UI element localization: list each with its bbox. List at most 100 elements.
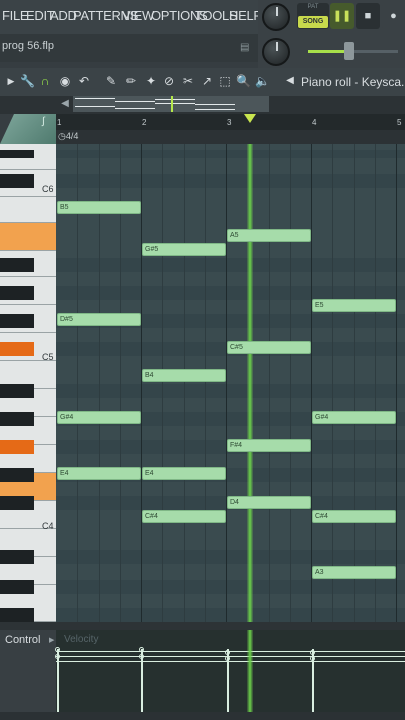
black-key[interactable]	[0, 496, 34, 510]
paint-icon[interactable]: ✏	[124, 74, 138, 88]
master-pitch-knob[interactable]	[262, 3, 290, 31]
velocity-handle[interactable]	[225, 650, 230, 655]
note[interactable]: E4	[57, 467, 141, 480]
note[interactable]: G#4	[57, 411, 141, 424]
note[interactable]: C#4	[142, 510, 226, 523]
velocity-handle[interactable]	[310, 656, 315, 661]
piano-keyboard[interactable]: C6 C5 C4	[0, 144, 56, 622]
clock-icon: ◷	[58, 131, 66, 141]
grid-row-dark	[56, 174, 405, 188]
velocity-handle[interactable]	[139, 654, 144, 659]
velocity-level-line	[56, 656, 405, 657]
note[interactable]: B5	[57, 201, 141, 214]
menu-arrow-icon[interactable]: ▶	[4, 74, 18, 88]
grid-row-dark	[56, 258, 405, 272]
speaker-icon[interactable]: 🔈	[255, 74, 270, 88]
undo-icon[interactable]: ↶	[77, 74, 91, 88]
zoom-icon[interactable]: 🔍	[236, 74, 251, 88]
velocity-handle[interactable]	[55, 647, 60, 652]
note[interactable]: E4	[142, 467, 226, 480]
piano-roll-title[interactable]: Piano roll - Keysca...	[301, 75, 405, 89]
grid-row-dark	[56, 608, 405, 622]
note[interactable]: G#5	[142, 243, 226, 256]
black-key[interactable]	[0, 174, 34, 188]
velocity-level-line	[56, 661, 405, 662]
piano-key-active[interactable]	[0, 223, 56, 251]
black-key[interactable]	[0, 580, 34, 594]
envelope-icon: ∫	[42, 116, 45, 127]
velocity-handle[interactable]	[139, 647, 144, 652]
wrench-icon[interactable]: 🔧	[20, 74, 35, 88]
note[interactable]: D4	[227, 496, 311, 509]
black-key[interactable]	[0, 314, 34, 328]
note[interactable]: C#5	[227, 341, 311, 354]
overview-position-marker	[171, 96, 173, 112]
menu-view[interactable]: VIEW	[122, 8, 154, 23]
play-icon[interactable]: ◀	[283, 74, 297, 88]
grid-beat-line	[184, 144, 185, 622]
grid-bar-line	[311, 144, 312, 622]
piano-roll-toolbar: ▶ 🔧 ∩ ◉ ↶ ✎ ✏ ✦ ⊘ ✂ ↗ ⬚ 🔍 🔈 ◀ Piano roll…	[0, 68, 405, 96]
velocity-lane[interactable]	[56, 630, 405, 712]
velocity-handle[interactable]	[310, 650, 315, 655]
note[interactable]: E5	[312, 299, 396, 312]
menu-file[interactable]: FILE	[2, 8, 29, 23]
black-key-active[interactable]	[0, 342, 34, 356]
scroll-left-icon[interactable]: ◀	[58, 97, 72, 111]
record-button[interactable]: ●	[382, 3, 405, 29]
note[interactable]: D#5	[57, 313, 141, 326]
note[interactable]: B4	[142, 369, 226, 382]
black-key[interactable]	[0, 550, 34, 564]
velocity-handle[interactable]	[55, 654, 60, 659]
piano-key[interactable]	[0, 197, 56, 223]
note[interactable]: G#4	[312, 411, 396, 424]
control-divider[interactable]	[0, 622, 405, 630]
note[interactable]: C#4	[312, 510, 396, 523]
grid-row-dark	[56, 150, 405, 158]
select-icon[interactable]: ⬚	[218, 74, 232, 88]
velocity-handle[interactable]	[225, 656, 230, 661]
velocity-level-line	[56, 651, 405, 652]
pause-icon: ❚❚	[332, 10, 352, 22]
tempo-slider-handle[interactable]	[344, 42, 354, 60]
menu-help[interactable]: HELP	[229, 8, 262, 23]
mute-icon[interactable]: ⊘	[162, 74, 176, 88]
grid-beat-line	[162, 144, 163, 622]
pencil-icon[interactable]: ✎	[104, 74, 118, 88]
bar-number: 2	[142, 118, 147, 127]
magnet-icon[interactable]: ∩	[38, 74, 52, 88]
note[interactable]: A5	[227, 229, 311, 242]
delete-icon[interactable]: ✦	[144, 74, 158, 88]
pat-song-toggle[interactable]: PAT SONG	[297, 3, 329, 29]
note[interactable]: F#4	[227, 439, 311, 452]
black-key[interactable]	[0, 258, 34, 272]
control-dropdown-icon[interactable]: ▶	[49, 636, 54, 644]
grid-beat-line	[120, 144, 121, 622]
piano-roll-grid[interactable]: B5 G#5 A5 E5 D#5 C#5 B4 G#4 G#4 F#4 E4 E…	[56, 144, 405, 622]
record-icon: ●	[390, 10, 397, 22]
stop-button[interactable]: ■	[356, 3, 380, 29]
slice-icon[interactable]: ✂	[181, 74, 195, 88]
black-key[interactable]	[0, 608, 34, 622]
play-pause-button[interactable]: ❚❚	[330, 3, 354, 29]
grid-beat-line	[99, 144, 100, 622]
time-signature-value: 4/4	[65, 131, 79, 141]
control-label[interactable]: Control	[5, 634, 40, 646]
black-key[interactable]	[0, 384, 34, 398]
playhead[interactable]	[247, 144, 253, 622]
black-key[interactable]	[0, 412, 34, 426]
grid-row-dark	[56, 550, 405, 564]
black-key[interactable]	[0, 468, 34, 482]
playhead-marker[interactable]	[244, 114, 256, 123]
black-key-active[interactable]	[0, 440, 34, 454]
slip-icon[interactable]: ↗	[200, 74, 214, 88]
bar-number: 1	[57, 118, 62, 127]
time-signature-row	[56, 130, 405, 144]
tool-select-icon[interactable]: ◉	[58, 74, 72, 88]
master-volume-knob[interactable]	[262, 38, 290, 66]
time-signature[interactable]: ◷4/4	[58, 131, 78, 142]
black-key[interactable]	[0, 150, 34, 158]
black-key[interactable]	[0, 286, 34, 300]
note[interactable]: A3	[312, 566, 396, 579]
tool-corner[interactable]: ∫	[0, 114, 56, 144]
